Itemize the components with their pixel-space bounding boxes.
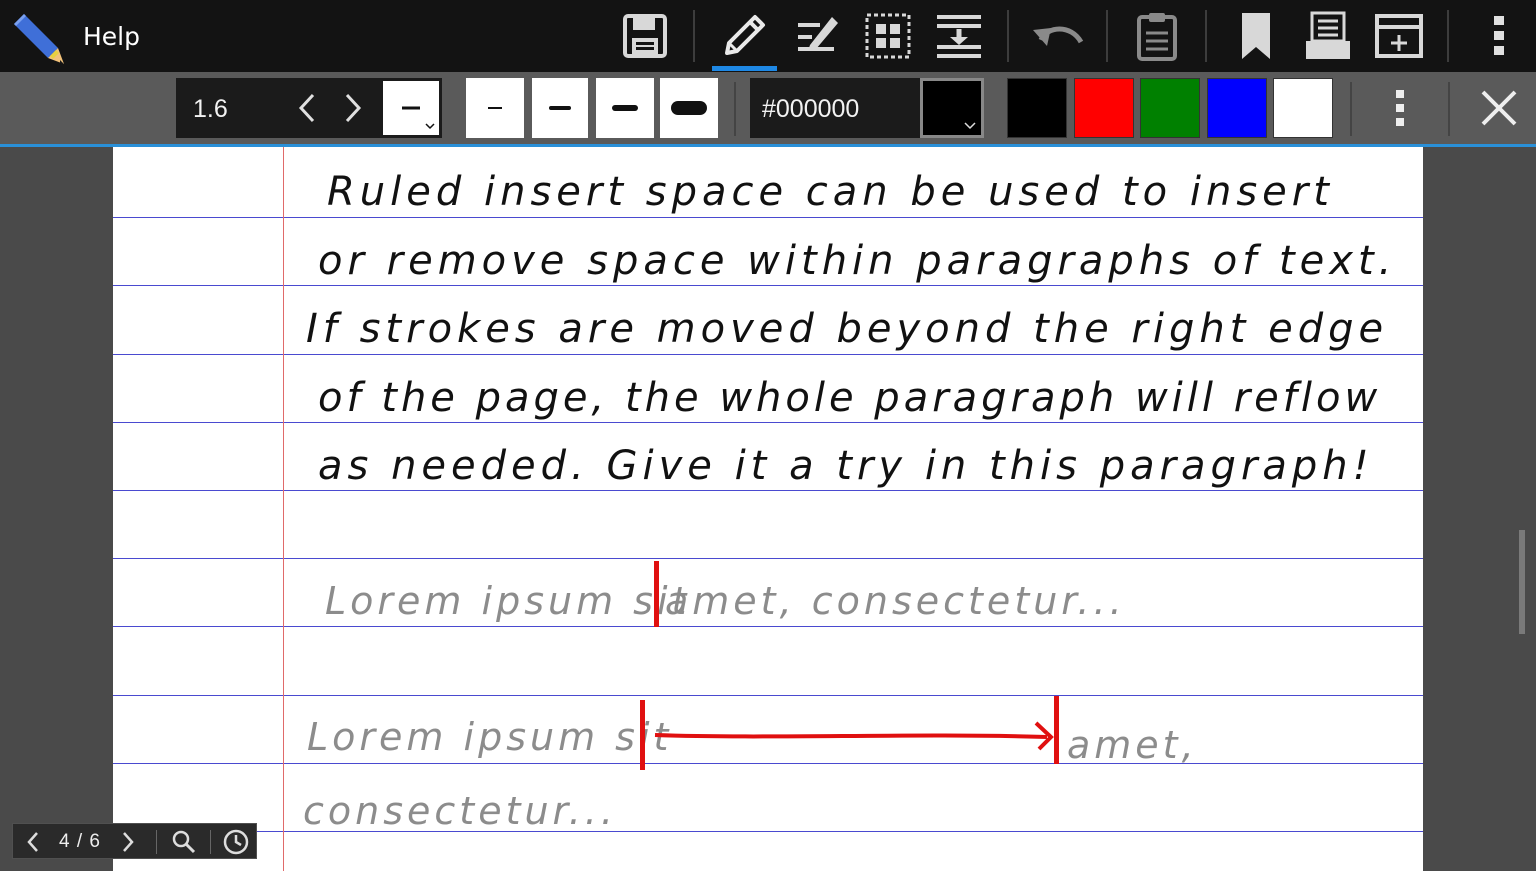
color-swatch-blue[interactable] (1207, 78, 1267, 138)
stroke-width-preset-2[interactable] (532, 78, 588, 138)
insert-space-icon[interactable] (928, 6, 990, 66)
color-swatch-green[interactable] (1140, 78, 1200, 138)
page-indicator: 4 / 6 (59, 831, 101, 852)
vertical-scrollbar[interactable] (1519, 530, 1527, 634)
handwriting-line-5: as needed. Give it a try in this paragra… (318, 443, 1374, 489)
selection-icon[interactable] (857, 6, 919, 66)
handwriting-line-1: Ruled insert space can be used to insert (327, 169, 1334, 215)
stroke-width-preset-4[interactable] (660, 78, 718, 138)
ruled-line (113, 695, 1423, 696)
handwriting-line-2: or remove space within paragraphs of tex… (318, 238, 1397, 284)
ruled-line (113, 422, 1423, 423)
example2-text-before: Lorem ipsum sit (307, 715, 673, 759)
previous-page-chevron-icon[interactable] (19, 824, 47, 860)
options-divider (1350, 82, 1352, 136)
app-title: Help (83, 22, 140, 51)
notebook-page[interactable]: Ruled insert space can be used to insert… (113, 147, 1423, 871)
example1-text-after: amet, consectetur... (665, 579, 1126, 623)
insert-space-arrow-icon (654, 721, 1054, 751)
color-swatch-red[interactable] (1074, 78, 1134, 138)
toolbar-divider (1007, 10, 1009, 62)
ruled-line (113, 558, 1423, 559)
add-page-icon[interactable] (1368, 6, 1430, 66)
insert-space-cursor-stroke (654, 561, 659, 627)
example2-text-after: amet, (1067, 723, 1198, 767)
save-icon[interactable] (614, 6, 676, 66)
pen-width-value: 1.6 (193, 95, 228, 123)
close-icon[interactable] (1468, 78, 1530, 138)
nav-divider (156, 830, 157, 854)
options-divider (1448, 82, 1450, 136)
width-decrease-chevron-icon[interactable] (287, 86, 327, 130)
ruled-line (113, 763, 1423, 764)
insert-space-end-stroke (1054, 696, 1059, 764)
ruled-line (113, 354, 1423, 355)
options-more-vert-icon[interactable] (1369, 78, 1431, 138)
stroke-width-preset-3[interactable] (596, 78, 654, 138)
example1-text-before: Lorem ipsum sit (325, 579, 691, 623)
toolbar-divider (1106, 10, 1108, 62)
page-navigator: 4 / 6 (12, 823, 257, 859)
top-toolbar: Help (0, 0, 1536, 72)
width-increase-chevron-icon[interactable] (333, 86, 373, 130)
undo-icon[interactable] (1026, 6, 1088, 66)
toolbar-divider (1447, 10, 1449, 62)
more-vert-icon[interactable] (1468, 6, 1530, 66)
toolbar-divider (693, 10, 695, 62)
example2-text-line2: consectetur... (303, 789, 617, 833)
next-page-chevron-icon[interactable] (115, 824, 141, 860)
bookmark-icon[interactable] (1225, 6, 1287, 66)
search-icon[interactable] (167, 824, 201, 860)
insert-space-start-stroke (640, 700, 645, 770)
stroke-style-dropdown[interactable] (380, 78, 442, 138)
ruled-line (113, 285, 1423, 286)
color-dropdown[interactable] (920, 78, 984, 138)
hex-color-value: #000000 (762, 95, 860, 123)
options-divider (734, 82, 736, 136)
ruled-line (113, 626, 1423, 627)
handwriting-line-4: of the page, the whole paragraph will re… (318, 375, 1382, 421)
nav-divider (210, 830, 211, 854)
stroke-width-preset-1[interactable] (466, 78, 524, 138)
clipboard-icon[interactable] (1126, 6, 1188, 66)
stack-icon[interactable] (1297, 6, 1359, 66)
ruled-line (113, 217, 1423, 218)
ruled-insert-space-icon[interactable] (785, 6, 847, 66)
color-swatch-white[interactable] (1273, 78, 1333, 138)
ruled-line (113, 490, 1423, 491)
history-clock-icon[interactable] (219, 824, 253, 860)
pencil-logo-icon[interactable] (6, 6, 68, 66)
handwriting-line-3: If strokes are moved beyond the right ed… (306, 306, 1389, 352)
active-tool-indicator (712, 66, 777, 71)
margin-line (283, 147, 284, 871)
pen-icon[interactable] (713, 6, 775, 66)
color-swatch-black[interactable] (1007, 78, 1067, 138)
toolbar-divider (1205, 10, 1207, 62)
